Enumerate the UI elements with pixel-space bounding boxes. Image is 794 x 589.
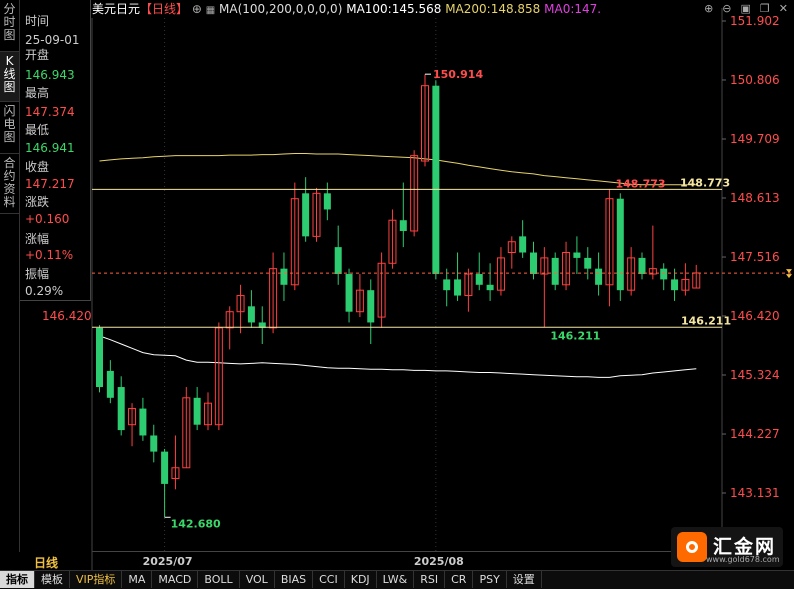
candle-body (280, 268, 288, 285)
indicator-tab-bar: 指标 模板 VIP指标 MA MACD BOLL VOL BIAS CCI KDJ LW& RSI CR… (0, 570, 794, 589)
candle-body (106, 370, 114, 398)
candle-body (616, 198, 624, 291)
tab-settings[interactable]: 设置 (507, 571, 542, 588)
tab-vip-indicator[interactable]: VIP指标 (70, 571, 123, 588)
price-tick-label: 150.806 (730, 73, 780, 87)
resistance-annotation: 148.773 (615, 177, 665, 190)
candle-body (551, 257, 559, 285)
tab-indicator[interactable]: 指标 (0, 571, 35, 588)
low-annotation: 142.680 (171, 517, 221, 530)
price-tick-label: 143.131 (730, 486, 780, 500)
candle-body (334, 247, 342, 275)
candle-body (117, 387, 125, 431)
left-price-label: 146.420 (42, 309, 92, 323)
candle-body (432, 85, 440, 275)
candle-body (584, 257, 592, 269)
tab-rsi[interactable]: RSI (414, 571, 446, 588)
price-tick-label: 151.902 (730, 14, 780, 28)
price-tick-label: 149.709 (730, 132, 780, 146)
candle-body (671, 279, 679, 291)
tab-template[interactable]: 模板 (35, 571, 70, 588)
logo-icon (677, 532, 707, 562)
candle-body (443, 279, 451, 291)
candle-body (161, 451, 169, 484)
tab-vol[interactable]: VOL (240, 571, 275, 588)
price-tick-label: 148.613 (730, 191, 780, 205)
support-annotation: 146.211 (550, 329, 600, 342)
high-annotation: 150.914 (433, 68, 483, 81)
current-price-marker (786, 269, 792, 274)
candle-body (302, 193, 310, 237)
tab-bias[interactable]: BIAS (275, 571, 314, 588)
price-tick-label: 147.516 (730, 250, 780, 264)
date-label: 2025/08 (414, 555, 464, 568)
candle-body (139, 408, 147, 436)
candle-body (247, 306, 255, 323)
current-price-marker (786, 274, 792, 279)
period-selector[interactable]: 日线 (34, 554, 58, 571)
candle-body (573, 252, 581, 258)
candle-body (323, 193, 331, 210)
tab-macd[interactable]: MACD (152, 571, 199, 588)
candle-body (519, 236, 527, 253)
price-tick-label: 144.227 (730, 427, 780, 441)
candle-body (96, 327, 103, 388)
price-tick-label: 145.324 (730, 368, 780, 382)
price-tick-label: 146.420 (730, 309, 780, 323)
candle-body (638, 257, 646, 275)
tab-psy[interactable]: PSY (473, 571, 507, 588)
tab-cr[interactable]: CR (445, 571, 474, 588)
candle-body (660, 268, 668, 280)
candle-body (486, 284, 494, 291)
tab-kdj[interactable]: KDJ (345, 571, 377, 588)
candle-body (475, 274, 483, 285)
candle-body (193, 397, 201, 425)
kline-chart[interactable]: 150.914142.680148.773 148.773146.211146.2… (0, 0, 794, 570)
candle-body (150, 435, 158, 452)
tab-ma[interactable]: MA (122, 571, 153, 588)
resistance-line-label: 148.773 (680, 176, 730, 189)
logo-url: www.gold678.com (706, 555, 780, 564)
gold678-logo: 汇金网 www.gold678.com (671, 527, 783, 567)
ma200-line (99, 153, 697, 186)
candle-body (454, 279, 462, 296)
candle-body (345, 274, 353, 312)
tab-cci[interactable]: CCI (313, 571, 345, 588)
candle-body (595, 268, 603, 285)
tab-lw[interactable]: LW& (377, 571, 415, 588)
candle-body (367, 290, 375, 323)
candle-body (530, 252, 537, 275)
candle-body (399, 220, 407, 231)
date-label: 2025/07 (143, 555, 193, 568)
ma100-line (99, 335, 697, 378)
tab-boll[interactable]: BOLL (198, 571, 240, 588)
